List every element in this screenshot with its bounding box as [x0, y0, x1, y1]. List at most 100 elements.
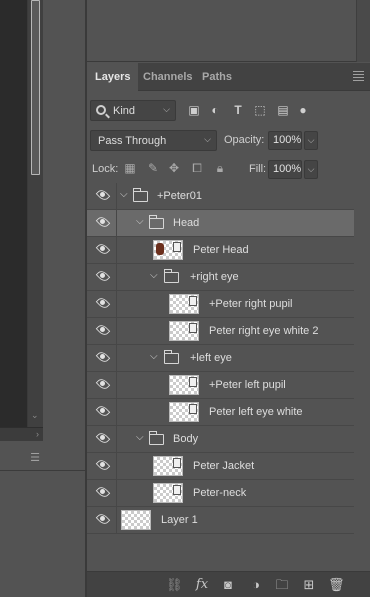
- layer-name: Head: [173, 217, 200, 229]
- opacity-input[interactable]: 100%: [268, 131, 302, 150]
- type-filter-icon[interactable]: T: [231, 103, 245, 117]
- folder-icon: [149, 431, 164, 445]
- eye-icon[interactable]: [96, 379, 110, 389]
- lock-artboard-icon[interactable]: ⧠: [190, 161, 204, 175]
- lock-position-icon[interactable]: ✥: [167, 161, 181, 175]
- layer-row[interactable]: ⌵ Head: [87, 210, 354, 237]
- panel-tabs: Layers Channels Paths: [87, 63, 370, 91]
- layer-row[interactable]: Peter Head: [87, 237, 354, 264]
- layer-name: Layer 1: [161, 514, 198, 526]
- opacity-label: Opacity:: [224, 134, 265, 146]
- chevron-down-icon[interactable]: ⌵: [150, 351, 158, 362]
- layer-list-scrollbar[interactable]: [354, 183, 370, 571]
- layer-row[interactable]: Layer 1: [87, 507, 354, 534]
- panel-menu-icon[interactable]: ☰: [30, 451, 40, 464]
- search-icon: [96, 105, 106, 115]
- layer-thumbnail: [121, 510, 151, 530]
- chevron-down-icon[interactable]: ⌵: [136, 432, 144, 443]
- trash-icon[interactable]: 🗑︎: [328, 577, 345, 593]
- layer-row[interactable]: Peter right eye white 2: [87, 318, 354, 345]
- eye-icon[interactable]: [96, 352, 110, 362]
- folder-icon[interactable]: 🗀: [274, 577, 290, 593]
- chevron-down-icon[interactable]: ⌵: [120, 189, 128, 200]
- chevron-down-icon[interactable]: ⌵: [150, 270, 158, 281]
- filter-kind-select[interactable]: Kind ⌵: [90, 100, 176, 121]
- layer-name: +Peter right pupil: [209, 298, 293, 310]
- eye-icon[interactable]: [96, 190, 110, 200]
- lock-all-icon[interactable]: 🔒︎: [213, 161, 227, 175]
- fx-icon[interactable]: fx: [194, 577, 210, 593]
- layer-list: ⌵ +Peter01 ⌵ Head Peter Head ⌵ +right ey…: [87, 183, 354, 571]
- fill-chevron-icon[interactable]: ⌵: [304, 160, 318, 179]
- adjustment-filter-icon[interactable]: ◐: [208, 103, 222, 117]
- layer-row[interactable]: +Peter left pupil: [87, 372, 354, 399]
- smart-object-icon: [173, 458, 181, 468]
- pixel-filter-icon[interactable]: ▣: [187, 103, 201, 117]
- smart-object-filter-icon[interactable]: ▤: [276, 103, 290, 117]
- eye-icon[interactable]: [96, 433, 110, 443]
- smart-object-icon: [189, 323, 197, 333]
- canvas-area: [0, 0, 27, 427]
- smart-object-icon: [189, 296, 197, 306]
- chevron-down-icon[interactable]: ⌵: [136, 216, 144, 227]
- tab-paths[interactable]: Paths: [194, 63, 240, 91]
- eye-icon[interactable]: [96, 217, 110, 227]
- chevron-down-icon: ⌵: [163, 104, 170, 114]
- fill-input[interactable]: 100%: [268, 160, 302, 179]
- blend-row: Pass Through ⌵ Opacity: 100% ⌵: [90, 129, 370, 151]
- layer-row[interactable]: ⌵ +Peter01: [87, 183, 354, 210]
- tab-layers[interactable]: Layers: [87, 63, 139, 91]
- adjustment-icon[interactable]: ◑: [248, 577, 264, 593]
- layer-name: Peter Head: [193, 244, 249, 256]
- smart-object-icon: [189, 404, 197, 414]
- layer-row[interactable]: +Peter right pupil: [87, 291, 354, 318]
- panel-menu-icon[interactable]: [353, 71, 364, 83]
- eye-icon[interactable]: [96, 325, 110, 335]
- eye-icon[interactable]: [96, 298, 110, 308]
- filter-toggle-icon[interactable]: ●: [296, 103, 310, 117]
- smart-object-icon: [189, 377, 197, 387]
- side-panel-header: [0, 441, 86, 471]
- lock-row: Lock: ▦ ✎ ✥ ⧠ 🔒︎ Fill: 100% ⌵: [90, 158, 370, 180]
- scroll-right-icon[interactable]: ›: [36, 429, 39, 439]
- link-icon[interactable]: ⛓: [166, 577, 183, 593]
- layer-name: Peter left eye white: [209, 406, 303, 418]
- layer-row[interactable]: Peter left eye white: [87, 399, 354, 426]
- shape-filter-icon[interactable]: ⬚: [253, 103, 267, 117]
- new-layer-icon[interactable]: ⊞: [301, 577, 317, 593]
- layer-row[interactable]: ⌵ +left eye: [87, 345, 354, 372]
- layer-name: +left eye: [190, 352, 232, 364]
- layer-name: +right eye: [190, 271, 239, 283]
- upper-panel-scrollbar[interactable]: [356, 0, 370, 62]
- layer-row[interactable]: Peter Jacket: [87, 453, 354, 480]
- layer-row[interactable]: ⌵ +right eye: [87, 264, 354, 291]
- scrollbar-thumb[interactable]: [31, 0, 40, 175]
- eye-icon[interactable]: [96, 460, 110, 470]
- lock-transparent-icon[interactable]: ▦: [123, 161, 137, 175]
- blend-mode-select[interactable]: Pass Through ⌵: [90, 130, 217, 151]
- horizontal-scrollbar[interactable]: ›: [0, 427, 43, 441]
- vertical-scrollbar[interactable]: ⌄: [27, 0, 43, 427]
- filter-kind-label: Kind: [113, 105, 136, 117]
- eye-icon[interactable]: [96, 244, 110, 254]
- layer-name: +Peter01: [157, 190, 202, 202]
- eye-icon[interactable]: [96, 487, 110, 497]
- filter-row: Kind ⌵ ▣ ◐ T ⬚ ▤ ●: [90, 99, 370, 123]
- opacity-chevron-icon[interactable]: ⌵: [304, 131, 318, 150]
- lock-image-icon[interactable]: ✎: [146, 161, 160, 175]
- blend-mode-value: Pass Through: [98, 135, 167, 147]
- fill-label: Fill:: [249, 163, 267, 175]
- layer-row[interactable]: ⌵ Body: [87, 426, 354, 453]
- layer-name: Peter-neck: [193, 487, 247, 499]
- layer-row[interactable]: Peter-neck: [87, 480, 354, 507]
- mask-icon[interactable]: ◙: [220, 577, 236, 593]
- layer-name: Body: [173, 433, 199, 445]
- layers-panel: Layers Channels Paths Kind ⌵ ▣ ◐ T ⬚ ▤ ●…: [87, 63, 370, 597]
- layer-name: Peter Jacket: [193, 460, 255, 472]
- eye-icon[interactable]: [96, 271, 110, 281]
- scroll-down-icon[interactable]: ⌄: [31, 410, 39, 421]
- smart-object-icon: [173, 242, 181, 252]
- tab-channels[interactable]: Channels: [135, 63, 201, 91]
- eye-icon[interactable]: [96, 406, 110, 416]
- eye-icon[interactable]: [96, 514, 110, 524]
